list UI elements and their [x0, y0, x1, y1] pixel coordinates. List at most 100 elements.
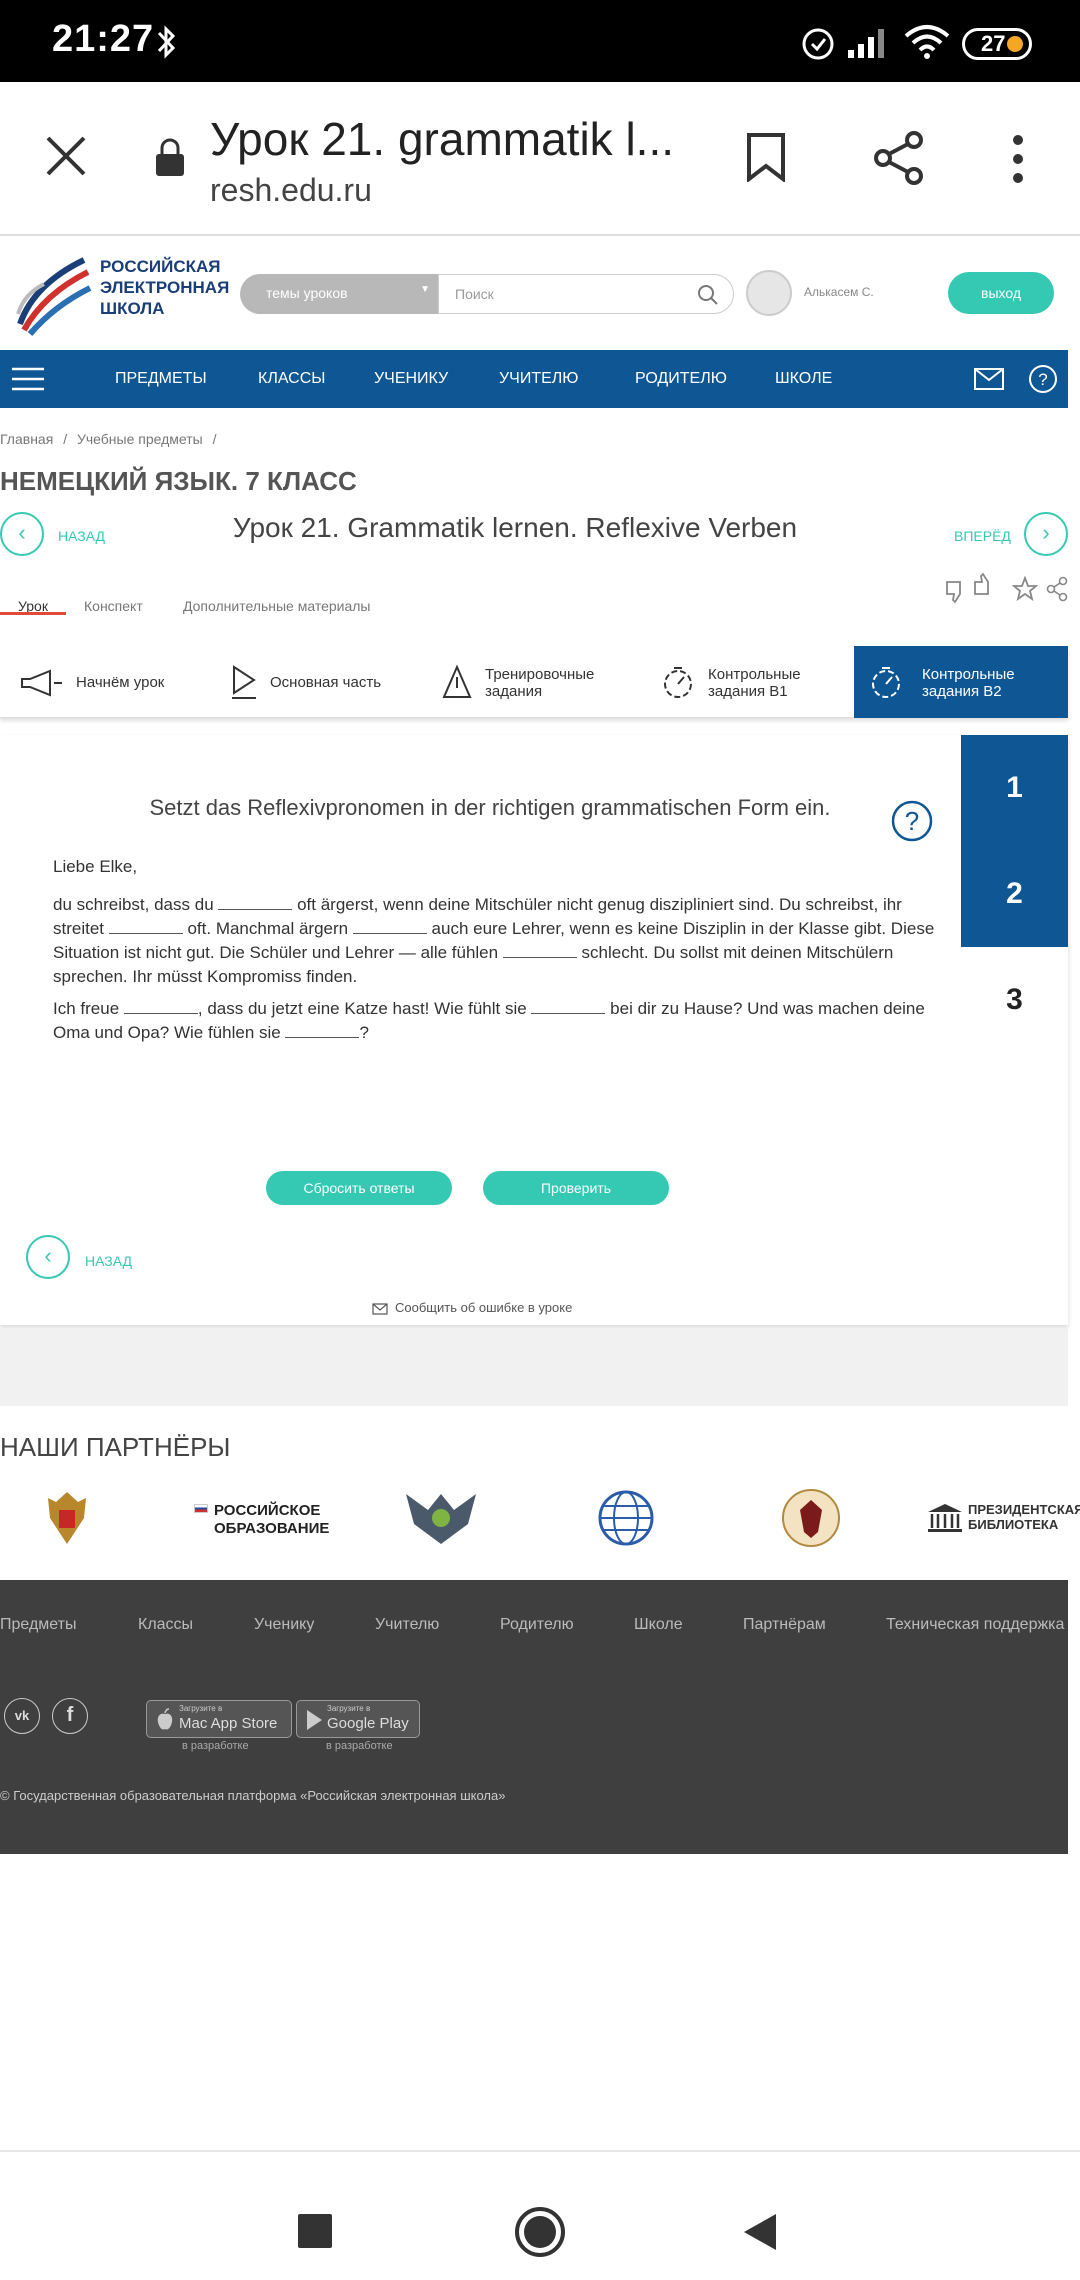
partners-title: НАШИ ПАРТНЁРЫ — [0, 1432, 231, 1462]
breadcrumb: Главная / Учебные предметы / — [0, 431, 223, 447]
mail-icon[interactable] — [974, 368, 1004, 390]
task-paragraph-2: Ich freue , dass du jetzt eine Katze has… — [53, 997, 938, 1045]
step-label: Контрольные задания В1 — [708, 666, 801, 700]
nav-item-teacher[interactable]: УЧИТЕЛЮ — [499, 370, 578, 388]
forward-arrow-button[interactable]: › — [1024, 512, 1068, 556]
search-icon[interactable] — [697, 284, 719, 306]
nav-item-classes[interactable]: КЛАССЫ — [258, 370, 325, 388]
browser-toolbar: Урок 21. grammatik l... resh.edu.ru — [0, 82, 1080, 236]
tab-summary[interactable]: Конспект — [84, 598, 143, 614]
task-number-1[interactable]: 1 — [961, 735, 1068, 841]
breadcrumb-subjects[interactable]: Учебные предметы — [77, 431, 203, 447]
task-number-2[interactable]: 2 — [961, 841, 1068, 947]
breadcrumb-separator: / — [212, 431, 217, 447]
footer-link-student[interactable]: Ученику — [254, 1616, 314, 1634]
step-control-b1[interactable]: Контрольные задания В1 — [650, 646, 850, 718]
footer-link-school[interactable]: Школе — [634, 1616, 683, 1634]
nav-item-school[interactable]: ШКОЛЕ — [775, 370, 832, 388]
like-icon[interactable] — [972, 572, 996, 598]
user-name[interactable]: Алькасем С. — [804, 285, 874, 299]
footer-link-partners[interactable]: Партнёрам — [743, 1616, 826, 1634]
step-training[interactable]: Тренировочные задания — [430, 646, 650, 718]
footer-link-teacher[interactable]: Учителю — [375, 1616, 439, 1634]
copyright: © Государственная образовательная платфо… — [0, 1788, 506, 1803]
logo-text[interactable]: РОССИЙСКАЯ ЭЛЕКТРОННАЯ ШКОЛА — [100, 256, 229, 319]
browser-url[interactable]: resh.edu.ru — [210, 172, 372, 209]
answer-blank[interactable] — [352, 920, 427, 934]
facebook-icon[interactable]: f — [52, 1698, 88, 1734]
answer-blank[interactable] — [218, 896, 293, 910]
report-error-link[interactable]: Сообщить об ошибке в уроке — [395, 1300, 572, 1315]
lesson-steps: Начнём урок Основная часть Тренировочные… — [0, 646, 1068, 718]
ministry-emblem-icon[interactable] — [402, 1488, 480, 1548]
warning-triangle-icon — [442, 664, 472, 698]
avatar[interactable] — [746, 270, 792, 316]
google-play-icon — [307, 1710, 322, 1730]
society-emblem-icon[interactable] — [778, 1488, 844, 1548]
store-caption: Загрузите в — [327, 1704, 371, 1713]
clock: 21:27 — [52, 18, 155, 60]
answer-blank[interactable] — [502, 944, 577, 958]
footer-link-classes[interactable]: Классы — [138, 1616, 193, 1634]
store-name: Mac App Store — [179, 1715, 278, 1732]
globe-logo-icon[interactable] — [590, 1488, 662, 1548]
share-page-icon[interactable] — [1046, 576, 1068, 602]
play-icon — [232, 665, 256, 699]
back-arrow-button[interactable]: ‹ — [26, 1235, 70, 1279]
browser-page-title[interactable]: Урок 21. grammatik l... — [210, 112, 674, 166]
themes-select[interactable]: темы уроков ▼ — [240, 274, 438, 314]
wifi-icon — [904, 25, 950, 59]
step-control-b2[interactable]: Контрольные задания В2 — [854, 646, 1068, 718]
site-footer: Предметы Классы Ученику Учителю Родителю… — [0, 1580, 1068, 1854]
breadcrumb-home[interactable]: Главная — [0, 431, 53, 447]
mac-app-store-button[interactable]: Загрузите в Mac App Store — [146, 1700, 292, 1738]
more-menu-icon[interactable] — [1008, 134, 1028, 184]
text-segment: , dass du jetzt eine Katze hast! Wie füh… — [197, 999, 532, 1018]
nav-item-parent[interactable]: РОДИТЕЛЮ — [635, 370, 727, 388]
megaphone-icon — [21, 669, 62, 697]
partners-section: НАШИ ПАРТНЁРЫ РОССИЙСКОЕ ОБРАЗОВАНИЕ ПРЕ… — [0, 1406, 1080, 1578]
resh-logo-icon[interactable] — [14, 254, 92, 336]
bookmark-icon[interactable] — [744, 132, 788, 182]
home-button[interactable] — [514, 2206, 566, 2258]
reset-answers-button[interactable]: Сбросить ответы — [266, 1171, 452, 1205]
help-icon[interactable]: ? — [1028, 364, 1058, 394]
search-input[interactable]: Поиск — [438, 274, 734, 314]
battery-icon: 27 — [962, 28, 1032, 60]
answer-blank[interactable] — [123, 1000, 198, 1014]
answer-blank[interactable] — [531, 1000, 606, 1014]
recents-button[interactable] — [298, 2214, 332, 2248]
footer-link-subjects[interactable]: Предметы — [0, 1616, 76, 1634]
task-number-3[interactable]: 3 — [961, 947, 1068, 1053]
vk-icon[interactable]: vk — [4, 1698, 40, 1734]
step-main[interactable]: Основная часть — [210, 646, 410, 718]
help-icon[interactable]: ? — [890, 799, 934, 843]
hamburger-menu-icon[interactable] — [12, 366, 44, 392]
russia-emblem-icon[interactable] — [42, 1488, 92, 1548]
answer-blank[interactable] — [285, 1024, 360, 1038]
tab-extra-materials[interactable]: Дополнительные материалы — [183, 598, 370, 614]
google-play-button[interactable]: Загрузите в Google Play — [296, 1700, 420, 1738]
footer-link-parent[interactable]: Родителю — [500, 1616, 574, 1634]
nav-item-student[interactable]: УЧЕНИКУ — [374, 370, 448, 388]
close-icon[interactable] — [44, 134, 88, 178]
chevron-right-icon: › — [1042, 520, 1050, 545]
back-button[interactable] — [742, 2212, 778, 2252]
signal-icon — [848, 29, 884, 58]
share-icon[interactable] — [872, 130, 926, 186]
check-button[interactable]: Проверить — [483, 1171, 669, 1205]
site-page: РОССИЙСКАЯ ЭЛЕКТРОННАЯ ШКОЛА темы уроков… — [0, 238, 1068, 1328]
dislike-icon[interactable] — [944, 578, 968, 604]
themes-select-label: темы уроков — [266, 285, 348, 301]
logout-button[interactable]: выход — [948, 272, 1054, 314]
star-icon[interactable] — [1012, 576, 1038, 602]
partner-logo-line: БИБЛИОТЕКА — [968, 1517, 1059, 1532]
forward-link[interactable]: ВПЕРЁД — [954, 528, 1011, 544]
answer-blank[interactable] — [108, 920, 183, 934]
partner-logo-line: ОБРАЗОВАНИЕ — [214, 1520, 330, 1537]
nav-item-subjects[interactable]: ПРЕДМЕТЫ — [115, 370, 207, 388]
back-link[interactable]: НАЗАД — [85, 1253, 132, 1269]
footer-link-support[interactable]: Техническая поддержка — [886, 1616, 1064, 1634]
step-start[interactable]: Начнём урок — [0, 646, 200, 718]
step-label: Основная часть — [270, 674, 382, 691]
